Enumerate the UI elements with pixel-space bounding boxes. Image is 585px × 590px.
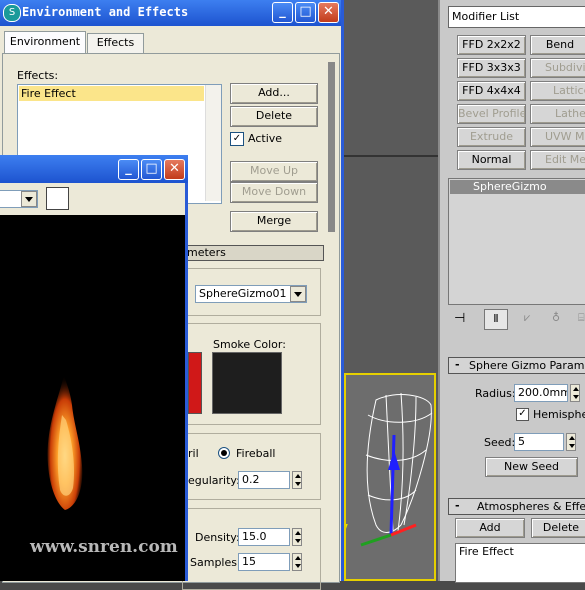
mod-bevel-profile-button[interactable]: Bevel Profile <box>457 104 526 124</box>
gizmo-name: SphereGizmo01 <box>199 287 287 300</box>
close-button[interactable]: ✕ <box>164 159 185 180</box>
samples-spinner[interactable] <box>292 553 302 571</box>
mod-normal-button[interactable]: Normal <box>457 150 526 170</box>
atmospheres-rollout[interactable]: - Atmospheres & Effects <box>448 498 585 515</box>
make-unique-icon[interactable]: ⩗ <box>524 311 530 325</box>
viewport-divider <box>344 155 438 157</box>
effects-list-item[interactable]: Fire Effect <box>19 86 204 101</box>
seed-label: Seed: <box>484 436 515 449</box>
fireball-radio[interactable] <box>218 447 230 459</box>
merge-button[interactable]: Merge <box>230 211 318 232</box>
mod-bend-button[interactable]: Bend <box>530 35 585 55</box>
mod-ffd2-button[interactable]: FFD 2x2x2 <box>457 35 526 55</box>
render-toolbar <box>0 183 185 215</box>
collapse-icon: - <box>455 499 460 513</box>
atmos-list[interactable]: Fire Effect <box>455 543 585 583</box>
tendril-label: ril <box>188 447 199 460</box>
density-spinner[interactable] <box>292 528 302 546</box>
fireball-label: Fireball <box>236 447 275 460</box>
move-down-button[interactable]: Move Down <box>230 182 318 203</box>
radius-spinner[interactable] <box>570 384 580 402</box>
atmos-add-button[interactable]: Add <box>455 518 525 538</box>
minimize-button[interactable]: _ <box>118 159 139 180</box>
gizmo-rollout-title: Sphere Gizmo Parameters <box>469 359 585 373</box>
mod-uvw-button[interactable]: UVW Map <box>530 127 585 147</box>
color-swatch[interactable] <box>46 187 69 210</box>
atmos-rollout-title: Atmospheres & Effects <box>477 500 585 514</box>
fire-render <box>0 215 185 581</box>
render-titlebar[interactable]: _ □ ✕ <box>0 155 188 183</box>
samples-field[interactable]: 15 <box>238 553 290 571</box>
mod-extrude-button[interactable]: Extrude <box>457 127 526 147</box>
move-up-button[interactable]: Move Up <box>230 161 318 182</box>
density-field[interactable]: 15.0 <box>238 528 290 546</box>
app-icon: S <box>3 4 21 22</box>
list-scrollbar[interactable] <box>205 85 221 201</box>
modifier-stack[interactable]: SphereGizmo <box>448 178 585 305</box>
collapse-icon: - <box>455 358 460 372</box>
maximize-button[interactable]: □ <box>295 2 316 23</box>
tab-environment[interactable]: Environment <box>4 31 86 54</box>
panel-scrollbar[interactable] <box>328 62 335 232</box>
irregularity-label: egularity: <box>188 474 240 487</box>
seed-spinner[interactable] <box>566 433 576 451</box>
modifier-list-dropdown[interactable]: Modifier List <box>448 6 585 28</box>
render-window: _ □ ✕ www.snren.com <box>0 155 188 581</box>
close-button[interactable]: ✕ <box>318 2 339 23</box>
hemisphere-checkbox[interactable]: ✓ <box>516 408 529 421</box>
add-effect-button[interactable]: Add... <box>230 83 318 104</box>
characteristics-group <box>182 508 321 590</box>
shape-group <box>182 433 321 500</box>
mod-lattice-button[interactable]: Lattice <box>530 81 585 101</box>
gizmo-params-rollout[interactable]: - Sphere Gizmo Parameters <box>448 357 585 374</box>
channel-dropdown-arrow[interactable] <box>21 191 37 207</box>
rollout-title: meters <box>187 246 226 260</box>
command-panel: Modifier List FFD 2x2x2 Bend FFD 3x3x3 S… <box>438 0 585 581</box>
active-viewport[interactable] <box>344 373 436 581</box>
render-canvas: www.snren.com <box>0 215 185 581</box>
samples-label: Samples: <box>190 556 241 569</box>
remove-modifier-icon[interactable]: ♁ <box>552 311 560 324</box>
smoke-color-label: Smoke Color: <box>213 338 286 351</box>
delete-effect-button[interactable]: Delete <box>230 106 318 127</box>
configure-sets-icon[interactable]: ⌸ <box>578 311 585 325</box>
hemisphere-label: Hemisphere <box>533 408 585 421</box>
mod-edit-mesh-button[interactable]: Edit Mesh <box>530 150 585 170</box>
seed-field[interactable]: 5 <box>514 433 564 451</box>
watermark: www.snren.com <box>30 537 178 557</box>
maximize-button[interactable]: □ <box>141 159 162 180</box>
active-checkbox[interactable]: ✓ <box>230 132 244 146</box>
stack-item[interactable]: SphereGizmo <box>450 180 585 194</box>
smoke-color-swatch[interactable] <box>212 352 282 414</box>
stack-toolbar: ⊣ Ⅱ ⩗ ♁ ⌸ <box>448 308 585 330</box>
radius-field[interactable]: 200.0mm <box>514 384 568 402</box>
atmos-delete-button[interactable]: Delete <box>531 518 585 538</box>
active-label: Active <box>248 132 282 145</box>
mod-subdivide-button[interactable]: Subdivide <box>530 58 585 78</box>
irregularity-spinner[interactable] <box>292 471 302 489</box>
new-seed-button[interactable]: New Seed <box>485 457 578 477</box>
mod-ffd4-button[interactable]: FFD 4x4x4 <box>457 81 526 101</box>
density-label: Density: <box>195 531 240 544</box>
viewport-area[interactable] <box>344 0 438 581</box>
show-end-result-icon[interactable]: Ⅱ <box>484 309 508 330</box>
core-color-swatch[interactable] <box>188 352 202 414</box>
irregularity-field[interactable]: 0.2 <box>238 471 290 489</box>
gizmo-dropdown[interactable] <box>290 286 306 302</box>
mod-ffd3-button[interactable]: FFD 3x3x3 <box>457 58 526 78</box>
mod-lathe-button[interactable]: Lathe <box>530 104 585 124</box>
env-window-title: Environment and Effects <box>22 5 188 19</box>
minimize-button[interactable]: _ <box>272 2 293 23</box>
radio-dot <box>221 450 227 456</box>
tab-effects[interactable]: Effects <box>87 33 144 53</box>
effects-label: Effects: <box>17 69 58 82</box>
pin-stack-icon[interactable]: ⊣ <box>454 311 465 326</box>
sphere-gizmo-wireframe <box>346 375 438 583</box>
radius-label: Radius: <box>475 387 516 400</box>
atmos-list-item[interactable]: Fire Effect <box>459 545 514 558</box>
env-window-titlebar[interactable]: S Environment and Effects _ □ ✕ <box>0 0 341 26</box>
